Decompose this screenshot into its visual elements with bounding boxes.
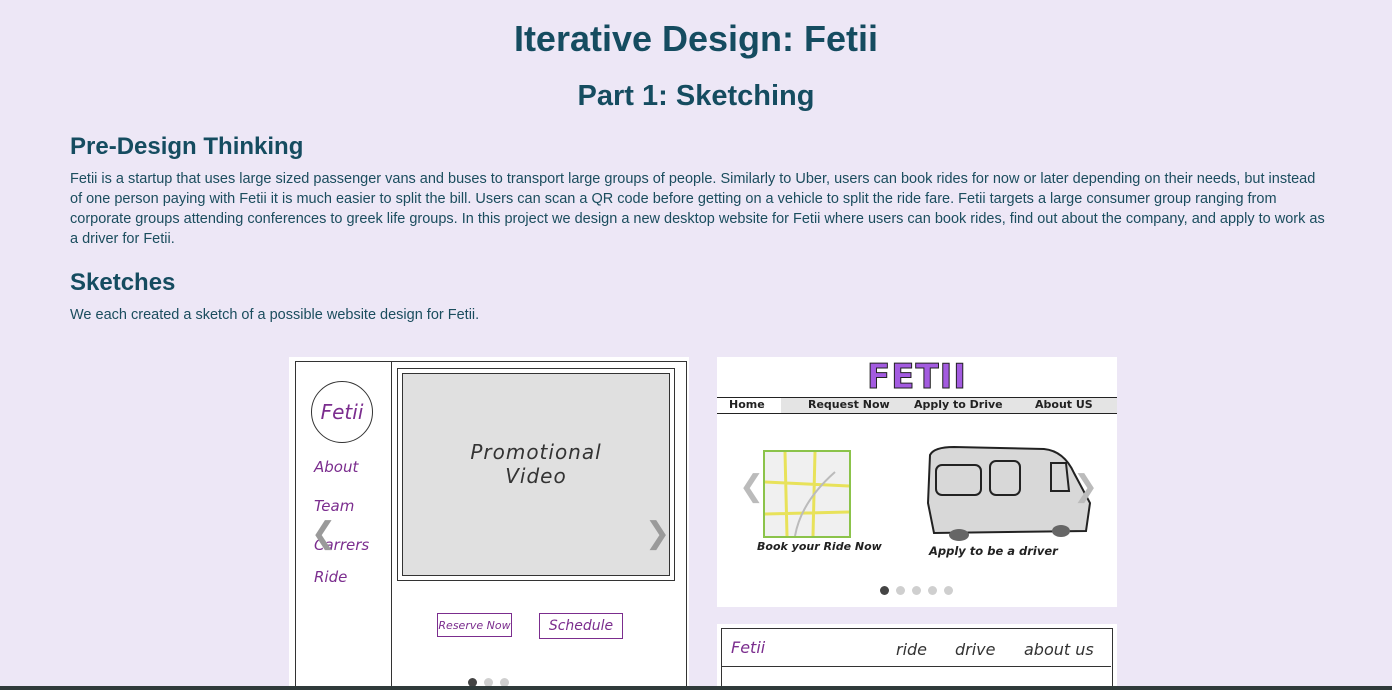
sketch1-sidebar-divider <box>391 361 392 690</box>
window-bottom-edge <box>0 686 1392 690</box>
page: Iterative Design: Fetii Part 1: Sketchin… <box>0 0 1392 690</box>
page-title: Iterative Design: Fetii <box>513 18 879 59</box>
sketch1-video-label-2: Video <box>505 464 567 488</box>
sketch1-nav-ride: Ride <box>314 568 348 586</box>
sketch3-logo: Fetii <box>731 638 766 657</box>
carousel2-prev-icon[interactable]: ❮ <box>739 472 764 502</box>
carousel1-next-icon[interactable]: ❯ <box>645 519 670 549</box>
sketch2-nav-about: About US <box>1035 398 1093 411</box>
sketch2-logo: FETII <box>867 357 967 398</box>
sketch-carousel-2: FETII Home Request Now Apply to Drive Ab… <box>717 357 1117 607</box>
carousel2-dot[interactable] <box>944 586 953 595</box>
sketches-heading: Sketches <box>70 269 176 296</box>
sketch2-nav-apply: Apply to Drive <box>914 398 1003 411</box>
sketch1-video-box: Promotional Video <box>402 373 670 576</box>
predesign-text: Fetii is a startup that uses large sized… <box>70 171 1325 247</box>
carousel2-next-icon[interactable]: ❯ <box>1073 472 1098 502</box>
sketch2-nav-request: Request Now <box>808 398 890 411</box>
sketch-carousel-1: Fetii About Team Carrers Ride Promotiona… <box>289 357 689 690</box>
sketches-text: We each created a sketch of a possible w… <box>70 307 480 323</box>
sketch1-schedule-button[interactable]: Schedule <box>539 613 623 639</box>
sketch2-van-image <box>926 445 1092 541</box>
carousel2-dot[interactable] <box>912 586 921 595</box>
sketch1-nav-about: About <box>314 458 359 476</box>
carousel2-dot[interactable] <box>928 586 937 595</box>
sketch3-frame <box>721 628 1113 690</box>
predesign-heading: Pre-Design Thinking <box>70 133 304 160</box>
carousel2-dot[interactable] <box>880 586 889 595</box>
sketch3-nav-drive: drive <box>955 640 996 659</box>
sketch3-nav-about: about us <box>1024 640 1094 659</box>
sketch1-logo: Fetii <box>320 400 364 424</box>
sketch3-nav-ride: ride <box>896 640 928 659</box>
carousel2-dot[interactable] <box>896 586 905 595</box>
sketch3-header-divider <box>721 666 1111 667</box>
carousel2-indicators <box>880 586 953 595</box>
sketch2-nav-home: Home <box>729 398 765 411</box>
sketch1-reserve-button[interactable]: Reserve Now <box>437 613 512 637</box>
sketch1-nav-team: Team <box>314 497 355 515</box>
sketch2-map-roads <box>764 451 850 537</box>
sketch1-logo-circle: Fetii <box>311 381 373 443</box>
carousel1-prev-icon[interactable]: ❮ <box>311 519 336 549</box>
sketch1-video-label-1: Promotional <box>470 440 602 464</box>
sketch2-caption-left: Book your Ride Now <box>757 540 882 553</box>
sketch2-caption-right: Apply to be a driver <box>929 544 1058 558</box>
sketch-carousel-3: Fetii ride drive about us <box>717 624 1117 690</box>
page-subtitle: Part 1: Sketching <box>577 80 815 112</box>
sketch2-map-image <box>763 450 851 538</box>
